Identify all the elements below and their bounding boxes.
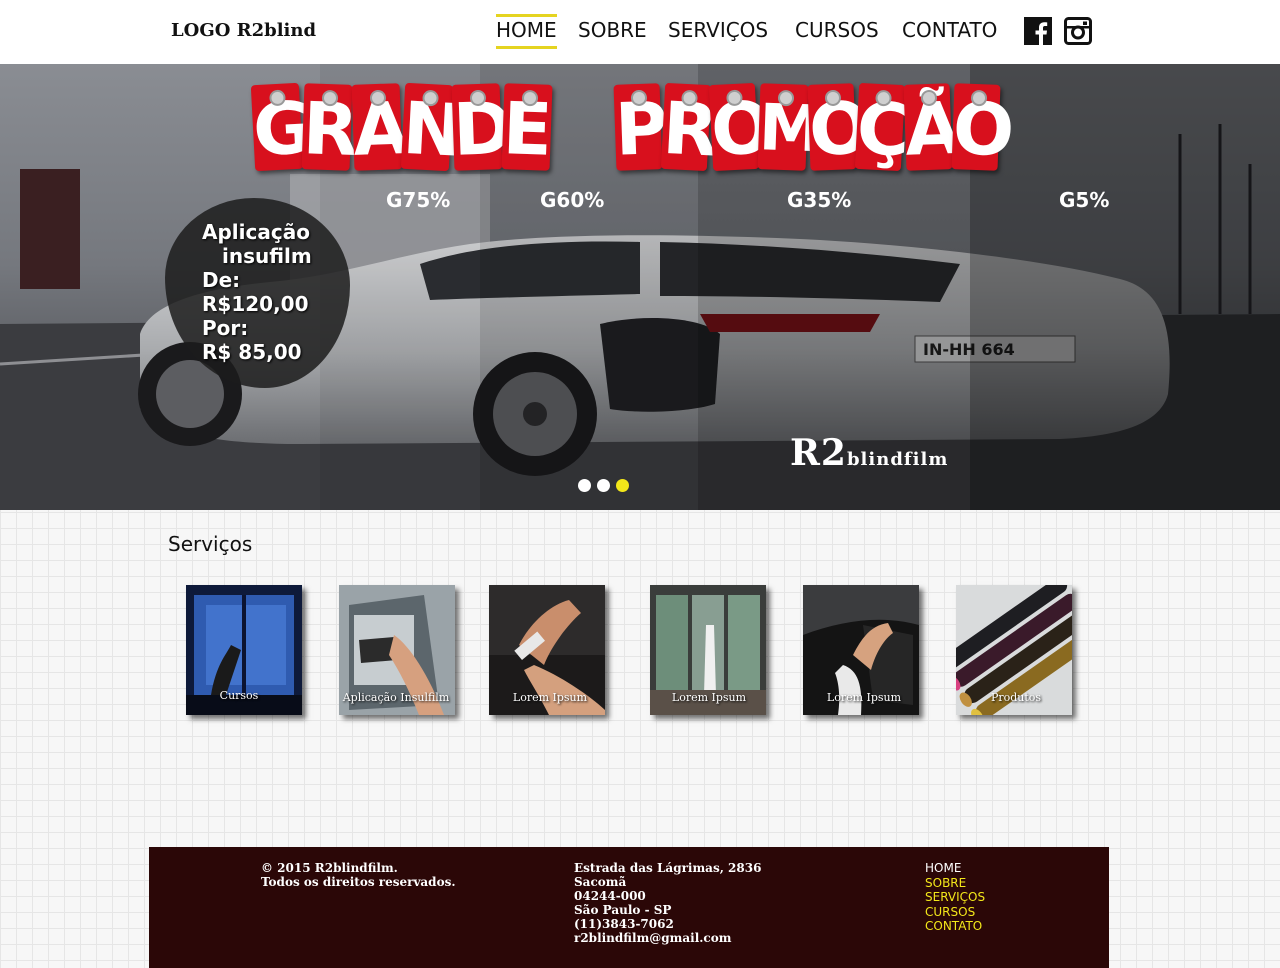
site-footer: © 2015 R2blindfilm. Todos os direitos re… [149,847,1109,968]
brand-watermark-big: R2 [790,432,847,474]
tint-label-g5: G5% [1059,188,1110,212]
footer-zip: 04244-000 [574,889,646,903]
promo-price-block: Aplicação insufilm De: R$120,00 Por: R$ … [202,220,312,364]
footer-link-contato[interactable]: CONTATO [925,919,985,934]
service-card-lorem-1[interactable]: Lorem Ipsum [489,585,605,715]
tag-letter: O [951,83,1016,172]
footer-link-sobre[interactable]: SOBRE [925,876,985,891]
slider-dot-3[interactable] [616,479,629,492]
tag-letter: O [708,82,774,172]
hero-banner: IN-HH 664 G R A N D E P R O M O Ç Ã O G7… [0,64,1280,510]
nav-contato[interactable]: CONTATO [902,14,997,42]
service-card-caption: Cursos [219,689,259,702]
promo-new-price: R$ 85,00 [202,340,302,364]
tint-label-g35: G35% [787,188,852,212]
tag-letter: E [501,83,554,172]
tag-letter: A [351,83,410,172]
tag-letter: P [613,83,669,172]
brand-watermark: R2blindfilm [790,432,948,474]
tag-letter: G [250,82,314,172]
nav-home[interactable]: HOME [496,14,557,49]
footer-email[interactable]: r2blindfilm@gmail.com [574,931,761,945]
service-card-caption: Lorem Ipsum [826,691,902,704]
footer-address: Estrada das Lágrimas, 2836 Sacomã 04244-… [574,861,761,945]
nav-servicos[interactable]: SERVIÇOS [668,14,768,42]
tint-label-g60: G60% [540,188,605,212]
tag-letter: M [757,83,824,171]
service-card-lorem-3[interactable]: Lorem Ipsum [803,585,919,715]
footer-copyright-line1: © 2015 R2blindfilm. [261,861,398,875]
tag-letter: Ç [855,82,912,173]
footer-district: Sacomã [574,875,627,889]
slider-dot-2[interactable] [597,479,610,492]
promocao-tags: P R O M O Ç Ã O [612,70,1016,180]
footer-copyright-line2: Todos os direitos reservados. [261,875,456,889]
tag-letter: N [401,82,465,173]
facebook-icon[interactable] [1024,17,1052,45]
promo-subtitle: insufilm [222,244,312,268]
promo-title: Aplicação [202,220,310,244]
footer-phone: (11)3843-7062 [574,917,674,931]
service-card-lorem-2[interactable]: Lorem Ipsum [650,585,766,715]
footer-street: Estrada das Lágrimas, 2836 [574,861,762,875]
tag-letter: D [451,83,514,172]
service-card-caption: Aplicação Insulfilm [342,691,450,704]
service-card-aplicacao[interactable]: Aplicação Insulfilm [339,585,455,715]
footer-link-cursos[interactable]: CURSOS [925,905,985,920]
tag-letter: O [807,83,872,172]
footer-city: São Paulo - SP [574,903,672,917]
service-card-caption: Produtos [990,691,1042,704]
footer-nav: HOME SOBRE SERVIÇOS CURSOS CONTATO [925,861,985,934]
footer-link-home[interactable]: HOME [925,861,985,876]
service-card-caption: Lorem Ipsum [671,691,747,704]
grande-tags: G R A N D E [250,70,560,180]
nav-cursos[interactable]: CURSOS [795,14,879,42]
site-header: LOGO R2blind HOME SOBRE SERVIÇOS CURSOS … [0,0,1280,64]
promo-for-label: Por: [202,316,249,340]
instagram-icon[interactable] [1064,17,1092,45]
footer-link-servicos[interactable]: SERVIÇOS [925,890,985,905]
service-card-produtos[interactable]: Produtos [956,585,1072,715]
nav-sobre[interactable]: SOBRE [578,14,647,42]
promo-from-label: De: [202,268,241,292]
service-card-caption: Lorem Ipsum [512,691,588,704]
service-card-cursos[interactable]: Cursos [186,585,302,715]
tint-label-g75: G75% [386,188,451,212]
services-title: Serviços [168,532,253,556]
slider-dot-1[interactable] [578,479,591,492]
site-logo[interactable]: LOGO R2blind [171,20,316,41]
brand-watermark-small: blindfilm [846,449,949,470]
footer-copyright: © 2015 R2blindfilm. Todos os direitos re… [261,861,456,889]
tag-letter: R [661,82,721,173]
tag-letter: Ã [903,83,962,172]
tag-letter: R [301,83,360,172]
promo-old-price: R$120,00 [202,292,309,316]
